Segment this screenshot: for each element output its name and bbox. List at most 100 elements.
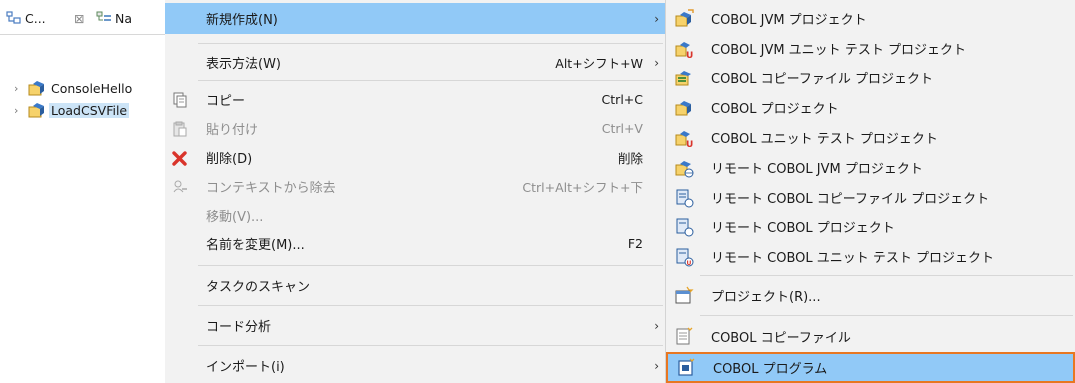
menu-item-label: コード分析 [206,320,272,335]
svg-text:U: U [686,51,693,59]
submenu-item-remote-cobol-unit-test-project[interactable]: U リモート COBOL ユニット テスト プロジェクト [666,242,1075,272]
menu-item-label: コピー [206,94,246,109]
svg-text:U: U [686,140,693,148]
tab-label: Na [115,10,133,26]
menu-item-shortcut: Ctrl+C [601,92,643,107]
submenu-item-label: COBOL プログラム [713,362,828,377]
menu-separator [198,305,663,306]
submenu-item-label: COBOL コピーファイル プロジェクト [711,72,933,88]
submenu-item-label: COBOL JVM ユニット テスト プロジェクト [711,43,966,59]
submenu-item-cobol-program[interactable]: COBOL プログラム [666,352,1075,383]
cobol-jvm-project-icon [675,9,694,27]
menu-separator [198,43,663,44]
cobol-explorer-icon [6,11,21,24]
menu-item-shortcut: 削除 [617,151,643,166]
submenu-item-label: COBOL コピーファイル [711,331,851,347]
chevron-right-icon: › [654,358,659,373]
remote-cobol-jvm-project-icon [675,160,694,178]
menu-item-rename[interactable]: 名前を変更(M)... F2 [165,228,665,259]
menu-item-shortcut: Ctrl+Alt+シフト+下 [522,180,643,195]
remote-cobol-unit-test-project-icon: U [676,248,694,267]
new-project-icon [675,286,694,304]
menu-item-label: 名前を変更(M)... [206,238,305,253]
menu-item-label: インポート(i) [206,360,285,375]
cobol-jvm-unit-test-project-icon: U [675,41,693,59]
paste-icon [171,120,189,138]
menu-separator [198,265,663,266]
tree-item-consolehello[interactable]: › ConsoleHello [14,78,134,98]
submenu-item-remote-cobol-project[interactable]: リモート COBOL プロジェクト [666,212,1075,242]
menu-separator [198,80,663,81]
submenu-separator [700,275,1073,276]
menu-item-delete[interactable]: 削除(D) 削除 [165,142,665,173]
remote-cobol-copybook-project-icon [676,189,694,208]
remote-cobol-project-icon [676,218,694,237]
menu-item-label: コンテキストから除去 [206,181,336,196]
cobol-unit-test-project-icon: U [675,130,693,148]
menu-separator [198,345,663,346]
submenu-item-cobol-jvm-unit-test-project[interactable]: U COBOL JVM ユニット テスト プロジェクト [666,34,1075,64]
submenu-item-cobol-jvm-project[interactable]: COBOL JVM プロジェクト [666,4,1075,34]
submenu-separator [700,315,1073,316]
submenu-item-label: リモート COBOL プロジェクト [711,221,895,237]
submenu-item-label: リモート COBOL ユニット テスト プロジェクト [711,251,995,267]
submenu-item-cobol-copybook[interactable]: COBOL コピーファイル [666,322,1075,352]
cobol-program-icon [678,358,695,376]
submenu-item-label: COBOL プロジェクト [711,102,839,118]
menu-item-code-analysis[interactable]: コード分析 › [165,310,665,341]
menu-item-new[interactable]: 新規作成(N) › [165,3,665,34]
tab-navigator[interactable]: Na [96,9,132,27]
submenu-item-remote-cobol-copybook-project[interactable]: リモート COBOL コピーファイル プロジェクト [666,183,1075,213]
submenu-item-label: COBOL ユニット テスト プロジェクト [711,132,938,148]
submenu-item-project[interactable]: プロジェクト(R)... [666,281,1075,311]
menu-item-copy[interactable]: コピー Ctrl+C [165,84,665,115]
menu-item-paste[interactable]: 貼り付け Ctrl+V [165,113,665,144]
cobol-copybook-icon [676,327,693,345]
cobol-project-icon [28,103,44,118]
cobol-project-icon [28,81,44,96]
project-explorer: C... ⊠ Na › ConsoleHello › LoadCSVFile [0,0,165,383]
cobol-project-icon [675,100,691,116]
menu-item-label: 貼り付け [206,123,259,138]
submenu-item-cobol-copybook-project[interactable]: COBOL コピーファイル プロジェクト [666,63,1075,93]
navigator-icon [96,11,111,21]
menu-item-scan-tasks[interactable]: タスクのスキャン [165,270,665,301]
menu-item-label: タスクのスキャン [206,280,311,295]
chevron-right-icon[interactable]: › [14,82,28,95]
submenu-item-label: リモート COBOL JVM プロジェクト [711,162,923,178]
chevron-right-icon: › [654,55,659,70]
delete-icon [171,149,189,167]
tree-item-loadcsvfile[interactable]: › LoadCSVFile [14,100,130,120]
menu-item-shortcut: Ctrl+V [601,121,643,136]
submenu-item-remote-cobol-jvm-project[interactable]: リモート COBOL JVM プロジェクト [666,153,1075,183]
svg-text:U: U [687,260,692,267]
submenu-item-cobol-unit-test-project[interactable]: U COBOL ユニット テスト プロジェクト [666,123,1075,153]
explorer-tabbar: C... ⊠ Na [0,0,165,35]
submenu-item-cobol-project[interactable]: COBOL プロジェクト [666,93,1075,123]
submenu-item-label: プロジェクト(R)... [711,290,821,306]
chevron-right-icon[interactable]: › [14,104,28,117]
submenu-item-label: COBOL JVM プロジェクト [711,13,867,29]
chevron-right-icon: › [654,318,659,333]
menu-item-label: 新規作成(N) [206,13,278,28]
close-tab-icon[interactable]: ⊠ [74,9,84,27]
submenu-item-label: リモート COBOL コピーファイル プロジェクト [711,192,990,208]
tab-label: C... [25,10,46,26]
menu-item-shortcut: Alt+シフト+W [555,56,643,71]
tab-cobol-explorer[interactable]: C... [6,9,46,27]
menu-item-remove-from-context[interactable]: コンテキストから除去 Ctrl+Alt+シフト+下 [165,171,665,202]
tree-item-label: LoadCSVFile [49,102,130,118]
context-menu: 新規作成(N) › 表示方法(W) Alt+シフト+W › コピー Ctrl+C… [165,0,666,383]
menu-item-import[interactable]: インポート(i) › [165,350,665,381]
copy-icon [171,91,189,109]
chevron-right-icon: › [654,11,659,26]
menu-item-shortcut: F2 [627,236,643,251]
menu-item-label: 移動(V)... [206,210,264,225]
cobol-copybook-project-icon [675,70,691,86]
menu-item-label: 表示方法(W) [206,57,281,72]
menu-item-move[interactable]: 移動(V)... [165,200,665,231]
menu-item-label: 削除(D) [206,152,253,167]
new-submenu: COBOL JVM プロジェクト U COBOL JVM ユニット テスト プロ… [666,0,1075,383]
menu-item-show-in[interactable]: 表示方法(W) Alt+シフト+W › [165,47,665,78]
tree-item-label: ConsoleHello [51,80,133,96]
